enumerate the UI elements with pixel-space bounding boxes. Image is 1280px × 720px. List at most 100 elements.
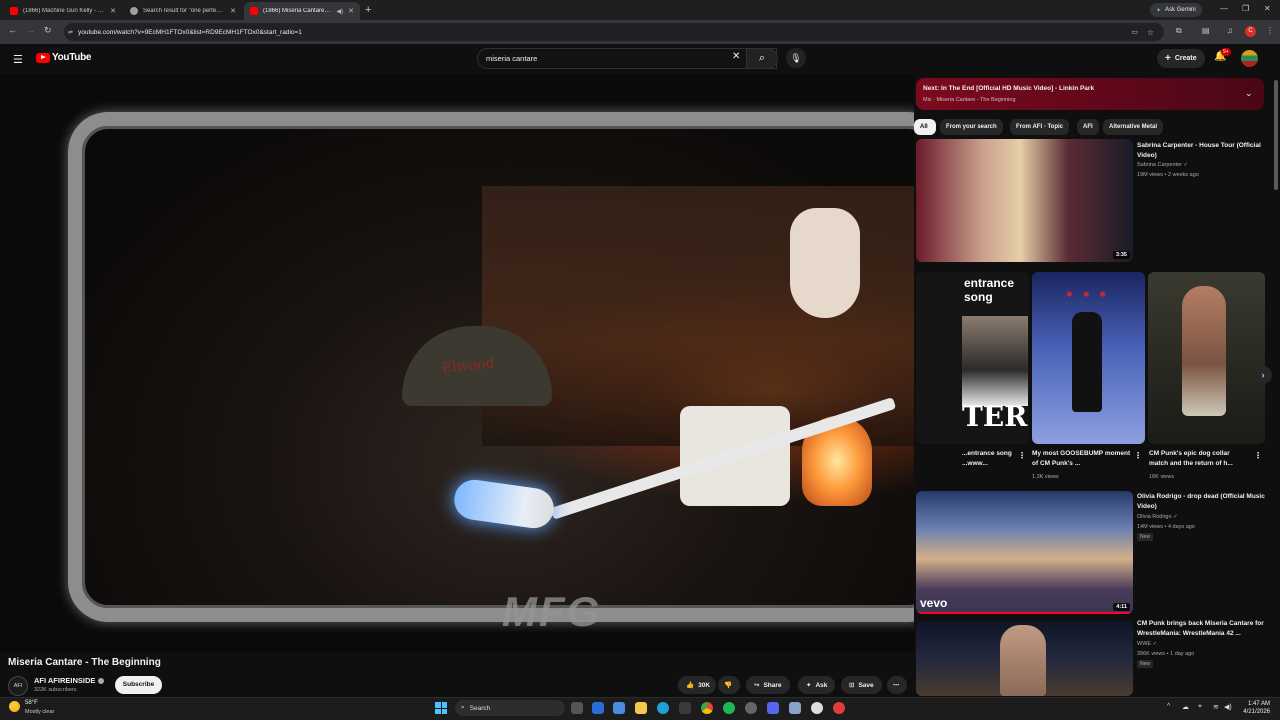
rec-channel-name[interactable]: Olivia Rodrigo ✓: [1137, 513, 1178, 521]
clock-date: 4/21/2026: [1243, 709, 1270, 715]
wifi-icon[interactable]: ≋: [1213, 703, 1219, 711]
tab-title: Search result for "one perfect d: [143, 8, 226, 14]
more-vertical-icon[interactable]: ⋮: [1018, 451, 1026, 460]
more-vertical-icon[interactable]: ⋮: [1134, 451, 1142, 460]
share-button[interactable]: ↪ Share: [746, 676, 790, 694]
app-red-icon[interactable]: [833, 702, 845, 714]
account-avatar[interactable]: [1241, 50, 1258, 67]
short-title[interactable]: My most GOOSEBUMP moment of CM Punk's ..…: [1032, 449, 1132, 469]
chip-alternative-metal[interactable]: Alternative Metal: [1103, 119, 1164, 135]
weather-moon-icon[interactable]: [9, 701, 20, 712]
more-vertical-icon[interactable]: ⋮: [1254, 451, 1262, 460]
widgets-icon[interactable]: [592, 702, 604, 714]
close-tab-icon[interactable]: ✕: [110, 7, 116, 15]
create-label: Create: [1174, 55, 1197, 62]
media-icon[interactable]: ♫: [1227, 26, 1233, 35]
channel-name[interactable]: AFI AFIREINSIDE: [34, 676, 105, 685]
close-tab-icon[interactable]: ✕: [230, 7, 236, 15]
file-explorer-icon[interactable]: [635, 702, 647, 714]
search-button[interactable]: ⌕: [746, 48, 778, 69]
short-title[interactable]: ...entrance song ...www...: [962, 449, 1012, 469]
site-info-icon[interactable]: ⇌: [68, 29, 73, 36]
sidebar-icon[interactable]: ▤: [1202, 26, 1210, 35]
ask-button[interactable]: ✦ Ask: [798, 676, 836, 694]
rec-video-title[interactable]: CM Punk brings back Miseria Cantare for …: [1137, 619, 1272, 639]
save-button[interactable]: ⊡ Save: [841, 676, 882, 694]
copilot-icon[interactable]: [613, 702, 625, 714]
browser-tab-1[interactable]: (1866) Machine Gun Kelly - pro ✕: [4, 2, 122, 20]
reload-icon[interactable]: ↻: [44, 25, 52, 36]
settings-icon[interactable]: [789, 702, 801, 714]
speaker-icon[interactable]: ◀): [337, 8, 344, 15]
up-next-panel[interactable]: [916, 78, 1264, 110]
weather-temperature[interactable]: 58°F: [25, 700, 38, 706]
new-tab-button[interactable]: +: [365, 4, 371, 16]
chrome-icon[interactable]: [701, 702, 713, 714]
short-thumbnail[interactable]: entrance song TER: [916, 272, 1029, 444]
rec-channel-name[interactable]: WWE ✓: [1137, 640, 1157, 648]
system-clock[interactable]: 1:47 AM 4/21/2026: [1234, 700, 1270, 716]
taskbar-search[interactable]: ⌕ Search: [455, 700, 565, 716]
clear-search-icon[interactable]: ✕: [732, 51, 740, 62]
profile-avatar[interactable]: C: [1245, 26, 1256, 37]
channel-avatar[interactable]: AFI: [8, 676, 28, 696]
edge-icon[interactable]: [657, 702, 669, 714]
tray-chevron-up-icon[interactable]: ^: [1167, 703, 1170, 710]
chip-afi[interactable]: AFI: [1077, 119, 1099, 135]
address-bar[interactable]: ⇌ youtube.com/watch?v=9EcMH1FTOx0&list=R…: [64, 23, 1164, 41]
chevron-right-icon[interactable]: ›: [1254, 366, 1272, 384]
chatgpt-icon[interactable]: [811, 702, 823, 714]
youtube-logo[interactable]: YouTube: [36, 52, 92, 63]
back-icon[interactable]: ←: [8, 25, 17, 35]
chip-from-afi-topic[interactable]: From AFI - Topic: [1010, 119, 1069, 135]
rec-video-title[interactable]: Olivia Rodrigo - drop dead (Official Mus…: [1137, 492, 1267, 512]
thumbs-up-icon: 👍: [686, 682, 695, 689]
browser-toolbar: ← → ↻ ⇌ youtube.com/watch?v=9EcMH1FTOx0&…: [0, 20, 1280, 44]
subscribe-button[interactable]: Subscribe: [115, 676, 162, 694]
rec-channel-name[interactable]: Sabrina Carpenter ✓: [1137, 161, 1188, 169]
video-player[interactable]: Elwood MFG: [0, 74, 914, 652]
location-icon[interactable]: ⌖: [1198, 703, 1202, 711]
create-button[interactable]: + Create: [1157, 49, 1205, 68]
maximize-icon[interactable]: ❐: [1242, 4, 1249, 13]
volume-icon[interactable]: ◀): [1224, 703, 1232, 711]
voice-search-button[interactable]: 🎙: [786, 48, 806, 68]
video-title: Miseria Cantare - The Beginning: [8, 657, 161, 668]
hamburger-menu-icon[interactable]: ☰: [13, 53, 23, 66]
short-title[interactable]: CM Punk's epic dog collar match and the …: [1149, 449, 1249, 469]
dislike-button[interactable]: 👎: [718, 676, 740, 694]
discord-icon[interactable]: [767, 702, 779, 714]
browser-menu-icon[interactable]: ⋮: [1266, 26, 1274, 35]
ask-gemini-button[interactable]: ✦ Ask Gemini: [1150, 3, 1202, 17]
browser-tab-3[interactable]: (1866) Miseria Cantare - Th ◀) ✕: [244, 2, 360, 20]
video-thumbnail[interactable]: [916, 621, 1133, 696]
video-thumbnail[interactable]: 3:35: [916, 139, 1133, 262]
search-icon: ⌕: [758, 52, 766, 64]
more-actions-button[interactable]: ⋯: [887, 676, 907, 694]
up-next-subtitle: Mix · Miseria Cantare - The Beginning: [923, 97, 1016, 103]
short-thumbnail[interactable]: ✱✱✱: [1032, 272, 1145, 444]
extensions-icon[interactable]: ⧉: [1176, 26, 1182, 36]
video-thumbnail[interactable]: vevo 4:11: [916, 491, 1133, 614]
bookmark-star-icon[interactable]: ☆: [1147, 28, 1154, 37]
forward-icon[interactable]: →: [26, 25, 35, 35]
scrollbar-thumb[interactable]: [1274, 80, 1278, 190]
windows-start-icon[interactable]: [435, 702, 447, 714]
tab-title: (1866) Miseria Cantare - Th: [263, 8, 332, 14]
store-icon[interactable]: [679, 702, 691, 714]
task-view-icon[interactable]: [571, 702, 583, 714]
chip-all[interactable]: All: [914, 119, 936, 135]
chip-from-your-search[interactable]: From your search: [940, 119, 1003, 135]
cast-icon[interactable]: ▭: [1131, 28, 1138, 36]
browser-tab-2[interactable]: Search result for "one perfect d ✕: [124, 2, 242, 20]
rec-video-title[interactable]: Sabrina Carpenter - House Tour (Official…: [1137, 141, 1267, 161]
spotify-icon[interactable]: [723, 702, 735, 714]
steam-icon[interactable]: [745, 702, 757, 714]
onedrive-icon[interactable]: ☁: [1182, 703, 1189, 711]
chevron-down-icon[interactable]: ⌄: [1245, 88, 1253, 99]
close-window-icon[interactable]: ✕: [1264, 4, 1271, 13]
like-button[interactable]: 👍 30K: [678, 676, 716, 694]
close-tab-icon[interactable]: ✕: [348, 7, 354, 15]
short-thumbnail[interactable]: [1148, 272, 1265, 444]
minimize-icon[interactable]: —: [1220, 4, 1228, 13]
